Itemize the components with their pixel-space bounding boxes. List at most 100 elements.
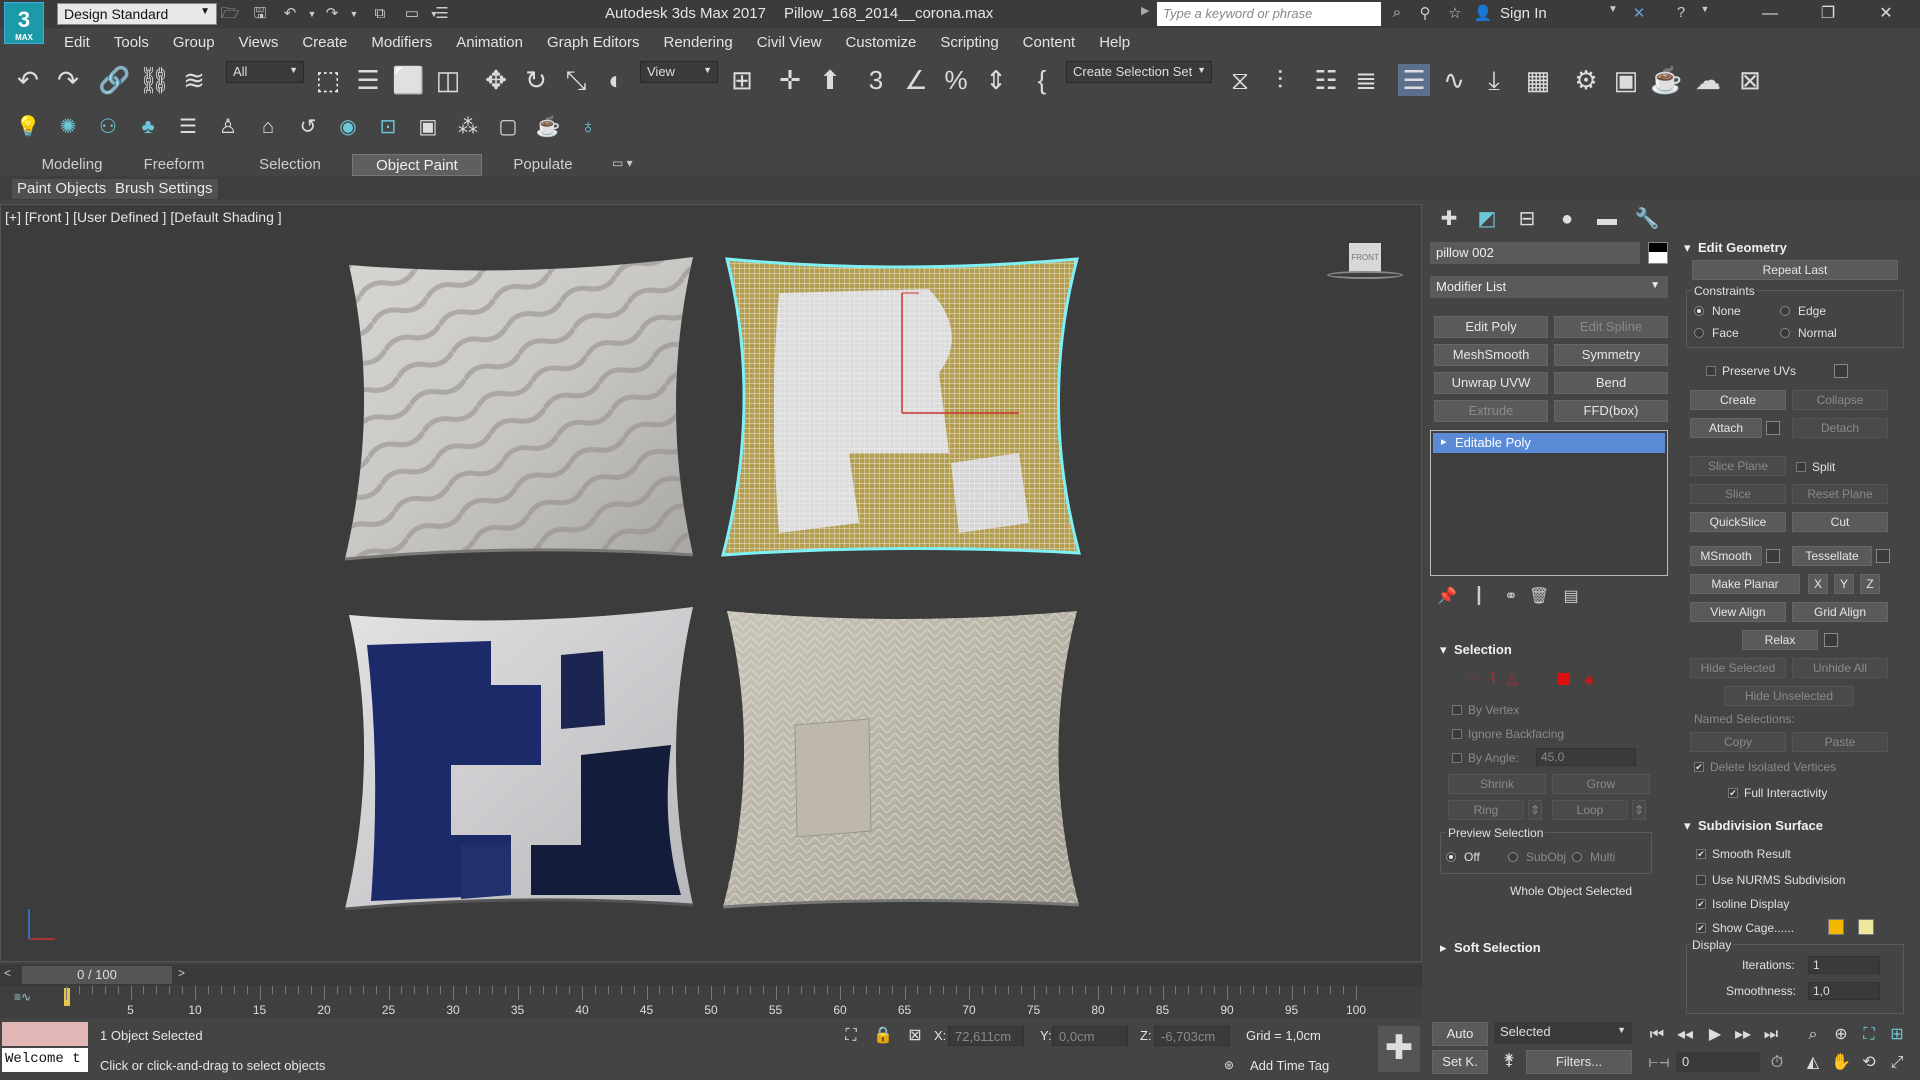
- menu-help[interactable]: Help: [1099, 34, 1130, 51]
- a360-gallery-icon[interactable]: ⊠: [1734, 64, 1766, 96]
- pan-view-icon[interactable]: ✋: [1830, 1052, 1852, 1074]
- polygon-level-icon[interactable]: [1558, 673, 1570, 685]
- bulb-icon[interactable]: ♁: [574, 114, 602, 140]
- make-planar-x-button[interactable]: X: [1808, 574, 1828, 594]
- zoom-icon[interactable]: ⌕: [1802, 1024, 1824, 1046]
- select-by-name-icon[interactable]: ☰: [352, 64, 384, 96]
- toggle-scene-explorer-icon[interactable]: ☷: [1310, 64, 1342, 96]
- app-logo-icon[interactable]: 3 MAX: [4, 2, 44, 44]
- msmooth-button[interactable]: MSmooth: [1690, 546, 1762, 566]
- pillow-top-left[interactable]: [341, 255, 701, 565]
- make-planar-y-button[interactable]: Y: [1834, 574, 1854, 594]
- menu-modifiers[interactable]: Modifiers: [371, 34, 432, 51]
- reference-coordinate-dropdown[interactable]: View ▼: [640, 61, 718, 83]
- menu-graph-editors[interactable]: Graph Editors: [547, 34, 640, 51]
- unwrap-uvw-button[interactable]: Unwrap UVW: [1434, 372, 1548, 394]
- redo-icon[interactable]: ↷: [52, 64, 84, 96]
- brush-settings-button[interactable]: Brush Settings: [110, 179, 218, 199]
- figure-icon[interactable]: ♙: [214, 114, 242, 140]
- slice-button[interactable]: Slice: [1690, 484, 1786, 504]
- by-angle-checkbox[interactable]: [1452, 753, 1462, 763]
- soft-selection-rollout-header[interactable]: Soft Selection: [1436, 938, 1670, 958]
- tab-modeling[interactable]: Modeling: [8, 154, 136, 176]
- angle-spinner[interactable]: 45,0: [1536, 748, 1636, 766]
- sphere-icon[interactable]: ◉: [334, 114, 362, 140]
- time-slider-thumb[interactable]: 0 / 100: [22, 966, 172, 984]
- search-input[interactable]: Type a keyword or phrase: [1157, 2, 1381, 26]
- subobject-level-icons[interactable]: ⁘⌇△: [1468, 670, 1527, 687]
- link-icon[interactable]: 🔗: [98, 64, 130, 96]
- make-planar-button[interactable]: Make Planar: [1690, 574, 1800, 594]
- select-manipulate-icon[interactable]: ✛: [774, 64, 806, 96]
- open-file-icon[interactable]: 🗁: [220, 4, 240, 24]
- menu-tools[interactable]: Tools: [114, 34, 149, 51]
- maxscript-mini-listener[interactable]: Welcome t: [2, 1048, 88, 1072]
- detach-button[interactable]: Detach: [1792, 418, 1888, 438]
- modifier-list-dropdown[interactable]: Modifier List ▼: [1430, 276, 1668, 298]
- preview-multi-radio[interactable]: [1572, 852, 1582, 862]
- viewport-front[interactable]: [+] [Front ] [User Defined ] [Default Sh…: [0, 204, 1422, 962]
- create-tab-icon[interactable]: ✚: [1434, 206, 1464, 232]
- subdivision-surface-rollout-header[interactable]: Subdivision Surface: [1680, 816, 1916, 836]
- menu-group[interactable]: Group: [173, 34, 215, 51]
- bottle-icon[interactable]: ⌂: [254, 114, 282, 140]
- ffd-box-button[interactable]: FFD(box): [1554, 400, 1668, 422]
- create-button[interactable]: Create: [1690, 390, 1786, 410]
- unlink-icon[interactable]: ⛓: [138, 64, 171, 96]
- object-name-field[interactable]: pillow 002: [1430, 242, 1640, 264]
- percent-snap-icon[interactable]: %: [940, 64, 972, 96]
- select-rotate-icon[interactable]: ↻: [520, 64, 552, 96]
- menu-create[interactable]: Create: [302, 34, 347, 51]
- spinner-snap-icon[interactable]: ⇕: [980, 64, 1012, 96]
- reset-plane-button[interactable]: Reset Plane: [1792, 484, 1888, 504]
- sign-in-dropdown-icon[interactable]: ▼: [1602, 4, 1624, 24]
- copy-named-selection-button[interactable]: Copy: [1690, 732, 1786, 752]
- edit-spline-button[interactable]: Edit Spline: [1554, 316, 1668, 338]
- ribbon-options-icon[interactable]: ▭ ▾: [612, 156, 642, 174]
- rectangular-selection-icon[interactable]: ⬜: [392, 64, 424, 96]
- menu-civil-view[interactable]: Civil View: [757, 34, 822, 51]
- sun-icon[interactable]: ✺: [54, 114, 82, 140]
- tessellate-settings-icon[interactable]: [1876, 549, 1890, 563]
- preserve-uvs-settings-icon[interactable]: [1834, 364, 1848, 378]
- crowd-icon[interactable]: ⚇: [94, 114, 122, 140]
- selection-lock-icon[interactable]: 🔒: [872, 1025, 894, 1047]
- meshsmooth-button[interactable]: MeshSmooth: [1434, 344, 1548, 366]
- zoom-extents-all-icon[interactable]: ⊞: [1886, 1024, 1908, 1046]
- mirror-icon[interactable]: ⧖: [1224, 64, 1256, 96]
- material-editor-icon[interactable]: ▦: [1522, 64, 1554, 96]
- window-icon[interactable]: ▢: [494, 114, 522, 140]
- tab-object-paint[interactable]: Object Paint: [352, 154, 482, 176]
- zoom-extents-icon[interactable]: ⛶: [1858, 1024, 1880, 1046]
- ignore-backfacing-checkbox[interactable]: [1452, 729, 1462, 739]
- split-checkbox[interactable]: [1796, 462, 1806, 472]
- constraint-normal-radio[interactable]: [1780, 328, 1790, 338]
- absolute-mode-icon[interactable]: ⊠: [904, 1025, 926, 1047]
- unhide-all-button[interactable]: Unhide All: [1792, 658, 1888, 678]
- element-level-icon[interactable]: ◈: [1584, 671, 1595, 688]
- field-of-view-icon[interactable]: ◭: [1802, 1052, 1824, 1074]
- render-setup-icon[interactable]: ⚙: [1570, 64, 1602, 96]
- bend-button[interactable]: Bend: [1554, 372, 1668, 394]
- attach-button[interactable]: Attach: [1690, 418, 1762, 438]
- motion-tab-icon[interactable]: ●: [1552, 206, 1582, 232]
- quickslice-button[interactable]: QuickSlice: [1690, 512, 1786, 532]
- display-tab-icon[interactable]: ▬: [1592, 206, 1622, 232]
- isolate-selection-icon[interactable]: ⛶: [840, 1025, 862, 1047]
- camera-frame-icon[interactable]: ▣: [414, 114, 442, 140]
- key-filters-button[interactable]: Filters...: [1526, 1050, 1632, 1074]
- view-align-button[interactable]: View Align: [1690, 602, 1786, 622]
- hierarchy-tab-icon[interactable]: ⊟: [1512, 206, 1542, 232]
- tab-populate[interactable]: Populate: [488, 154, 598, 176]
- cage-color-swatch-1[interactable]: [1828, 919, 1844, 935]
- next-frame-icon[interactable]: >: [178, 966, 192, 984]
- redo-dropdown-icon[interactable]: ▼: [344, 4, 364, 24]
- prev-frame-icon[interactable]: <: [4, 966, 18, 984]
- set-key-filter-icon[interactable]: ⚵: [1498, 1050, 1520, 1072]
- paint-objects-button[interactable]: Paint Objects: [12, 179, 112, 199]
- utilities-tab-icon[interactable]: 🔧: [1632, 206, 1662, 232]
- curve-editor-icon[interactable]: ∿: [1438, 64, 1470, 96]
- play-icon[interactable]: ▶: [1704, 1024, 1726, 1046]
- object-color-swatch[interactable]: [1648, 242, 1668, 264]
- teapot-icon[interactable]: ☕: [534, 114, 562, 140]
